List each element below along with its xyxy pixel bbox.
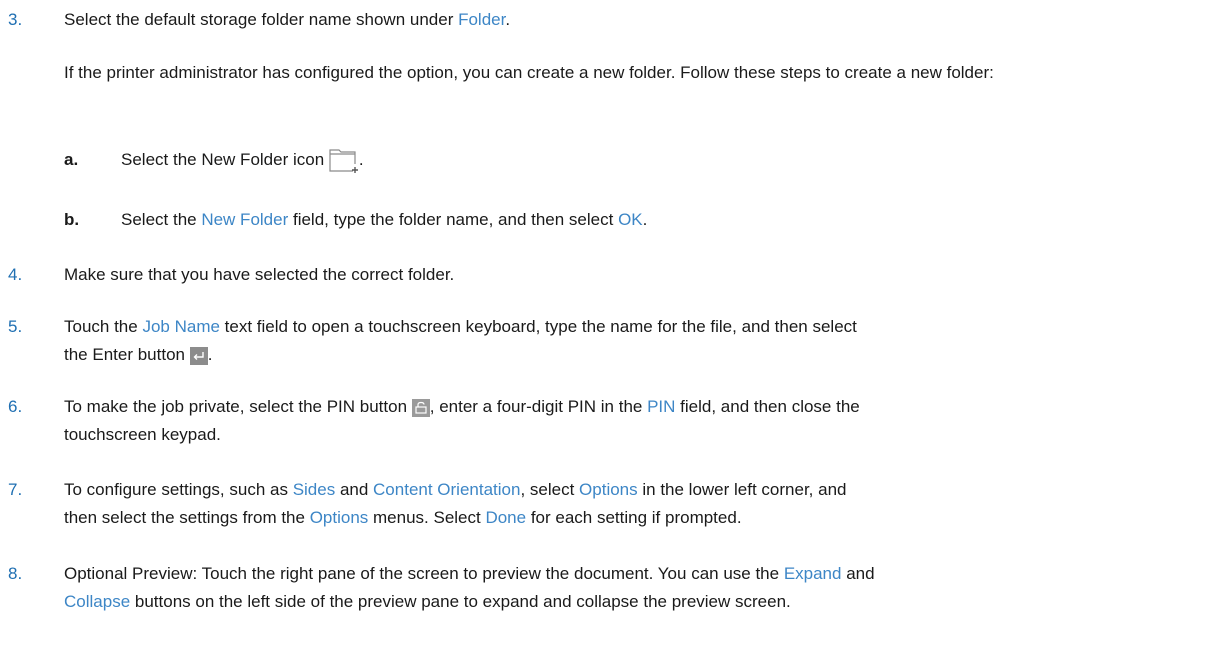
step-number: 6.: [8, 397, 23, 416]
ui-term-folder: Folder: [458, 10, 506, 29]
step-text: Select the default storage folder name s…: [64, 10, 511, 29]
ui-term-content-orientation: Content Orientation: [373, 480, 521, 499]
step-number: 3.: [8, 10, 23, 29]
step-text-line-2: the Enter button .: [64, 345, 213, 365]
ui-term-collapse: Collapse: [64, 592, 131, 611]
ui-term-ok: OK: [618, 210, 643, 229]
substep-letter: a.: [64, 150, 79, 169]
ui-term-new-folder: New Folder: [201, 210, 289, 229]
step-text-line-1: To make the job private, select the PIN …: [64, 397, 860, 417]
step-text-line-2: then select the settings from the Option…: [64, 508, 742, 527]
step-number: 4.: [8, 265, 23, 284]
step-text: Touch the Job Name text field to open a …: [64, 313, 1174, 369]
substep-text: Select the New Folder icon .: [121, 146, 1121, 174]
new-folder-icon: [329, 148, 359, 174]
ui-term-options: Options: [309, 508, 369, 527]
ui-term-options: Options: [579, 480, 638, 499]
enter-icon: [189, 346, 208, 365]
ui-term-sides: Sides: [292, 480, 336, 499]
step-text-line-2: Collapse buttons on the left side of the…: [64, 592, 791, 611]
document-page: 3. Select the default storage folder nam…: [0, 0, 1218, 658]
step-number: 7.: [8, 480, 23, 499]
step-text: Optional Preview: Touch the right pane o…: [64, 560, 1174, 616]
step-text: To make the job private, select the PIN …: [64, 393, 1174, 449]
ui-term-expand: Expand: [783, 564, 842, 583]
ui-term-job-name: Job Name: [142, 317, 220, 336]
ui-term-pin: PIN: [647, 397, 676, 416]
step-text: Make sure that you have selected the cor…: [64, 265, 455, 284]
step-text-line-1: Optional Preview: Touch the right pane o…: [64, 564, 875, 583]
substep-letter: b.: [64, 210, 80, 229]
paragraph-text: If the printer administrator has configu…: [64, 63, 994, 82]
step-number: 5.: [8, 317, 23, 336]
ui-term-done: Done: [485, 508, 527, 527]
step-number: 8.: [8, 564, 23, 583]
step-text-line-1: Touch the Job Name text field to open a …: [64, 317, 857, 336]
step-text-line-1: To configure settings, such as Sides and…: [64, 480, 847, 499]
step-text-line-2: touchscreen keypad.: [64, 425, 221, 444]
pin-icon: [411, 398, 430, 417]
step-text: To configure settings, such as Sides and…: [64, 476, 1174, 532]
substep-text: Select the New Folder field, type the fo…: [121, 210, 648, 229]
